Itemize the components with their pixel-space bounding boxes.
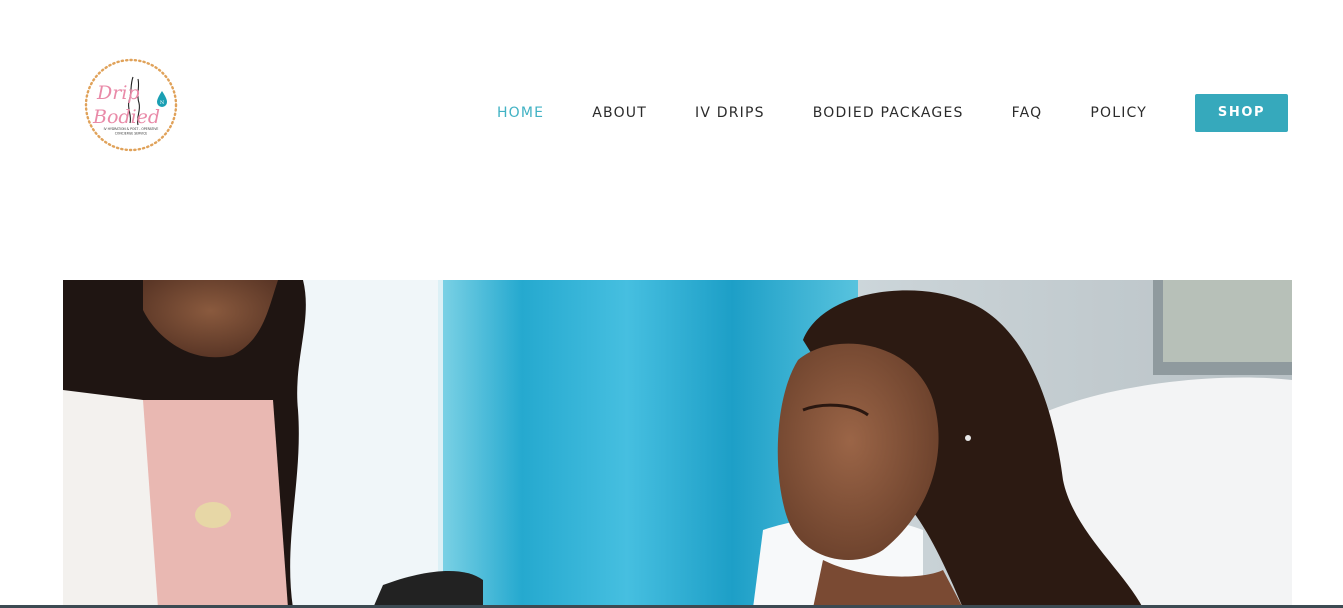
svg-text:Drip: Drip — [96, 82, 140, 104]
nav-item-iv-drips[interactable]: IV DRIPS — [695, 94, 765, 132]
nav-item-bodied-packages[interactable]: BODIED PACKAGES — [813, 94, 964, 132]
svg-text:N: N — [160, 100, 165, 106]
nav-item-faq[interactable]: FAQ — [1012, 94, 1043, 132]
nav-item-home[interactable]: HOME — [497, 94, 544, 132]
svg-text:Bodied: Bodied — [92, 106, 160, 128]
hero-photo — [63, 280, 1292, 608]
logo-badge-icon: N Drip Bodied IV HYDRATION & POST - OPER… — [84, 58, 178, 152]
hero-image — [63, 280, 1292, 608]
nav-item-policy[interactable]: POLICY — [1090, 94, 1147, 132]
main-nav: HOME ABOUT IV DRIPS BODIED PACKAGES FAQ … — [497, 94, 1288, 132]
nav-item-about[interactable]: ABOUT — [592, 94, 647, 132]
svg-text:IV HYDRATION & POST - OPERATIV: IV HYDRATION & POST - OPERATIVE — [104, 127, 159, 131]
svg-text:CONCIERGE SERVICE: CONCIERGE SERVICE — [115, 132, 148, 136]
shop-button[interactable]: SHOP — [1195, 94, 1288, 132]
page: N Drip Bodied IV HYDRATION & POST - OPER… — [0, 0, 1343, 608]
site-header: N Drip Bodied IV HYDRATION & POST - OPER… — [0, 0, 1343, 230]
brand-logo[interactable]: N Drip Bodied IV HYDRATION & POST - OPER… — [83, 57, 179, 153]
